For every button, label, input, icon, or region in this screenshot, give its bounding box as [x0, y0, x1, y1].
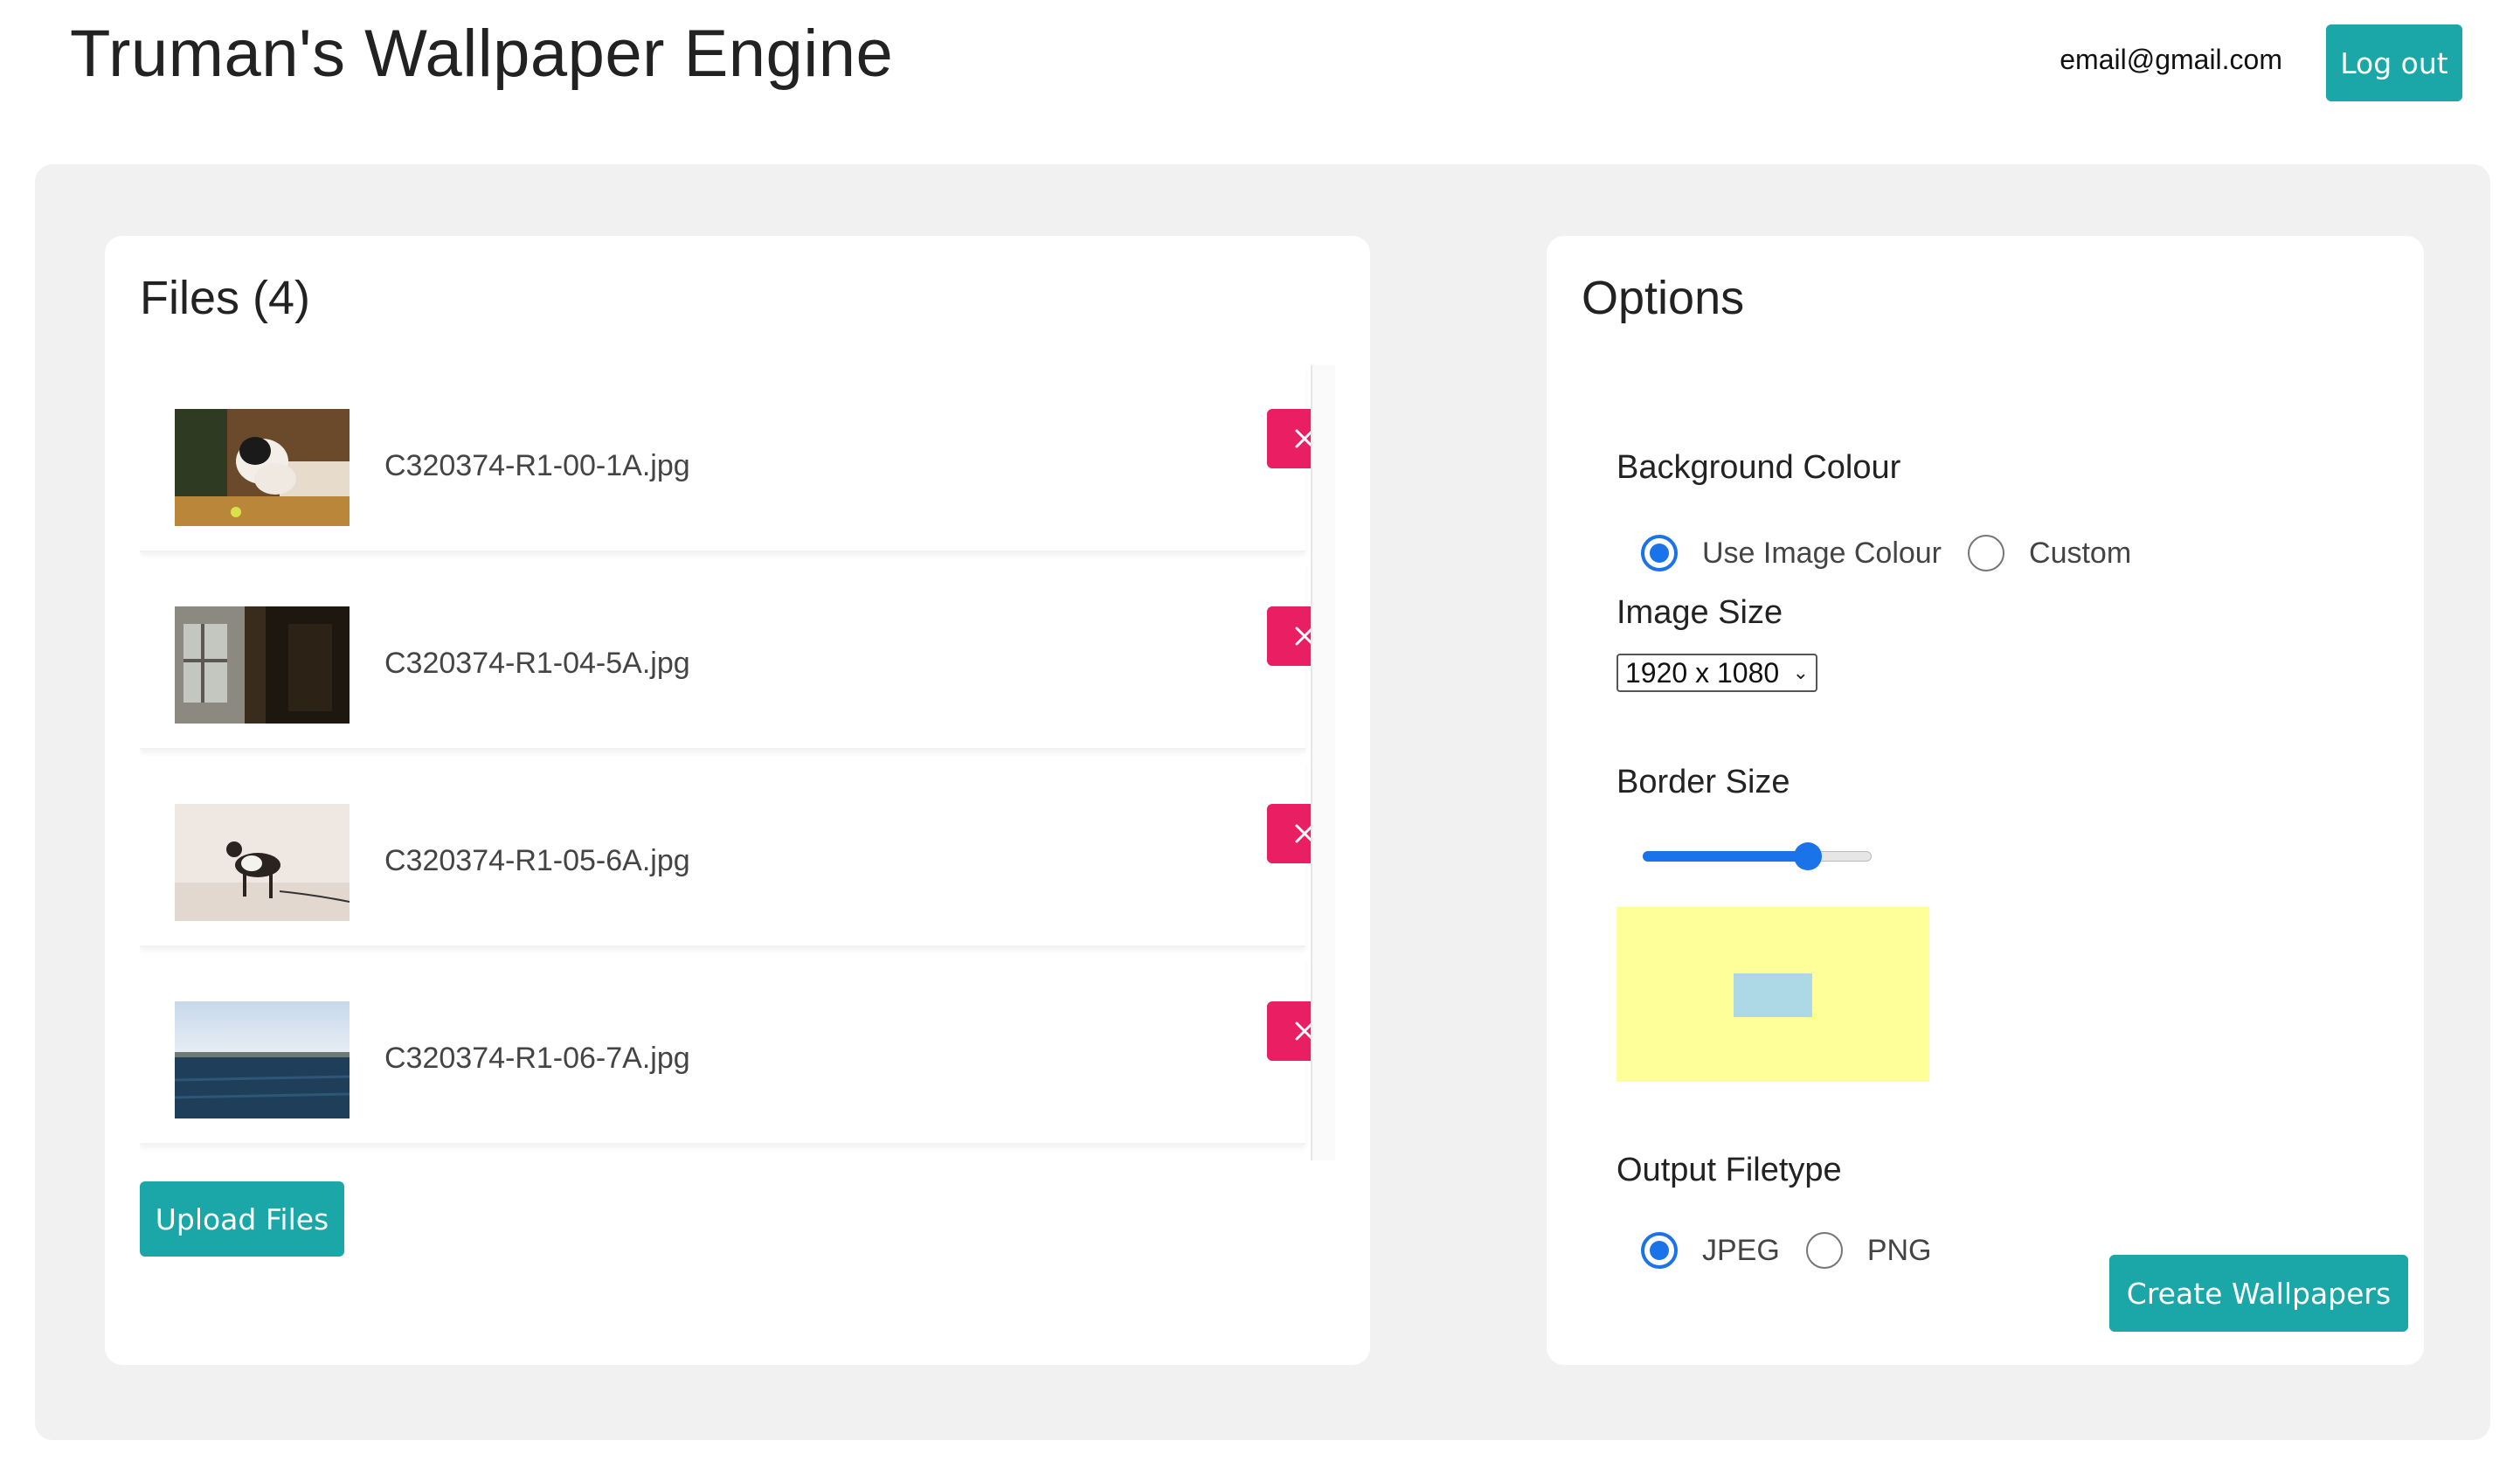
file-name: C320374-R1-04-5A.jpg [384, 647, 690, 680]
file-name: C320374-R1-05-6A.jpg [384, 844, 690, 877]
file-row: C320374-R1-04-5A.jpg [140, 563, 1335, 750]
file-row: C320374-R1-06-7A.jpg [140, 958, 1335, 1145]
file-list-scrollbar[interactable] [1311, 365, 1335, 1160]
image-size-label: Image Size [1617, 594, 1783, 631]
output-filetype-label: Output Filetype [1617, 1152, 1842, 1188]
background-colour-radio-group: Use Image Colour Custom [1641, 535, 2157, 571]
files-card: Files (4) C320374-R1-00-1A.jpg C320374-R… [105, 236, 1370, 1365]
app-header: Truman's Wallpaper Engine email@gmail.co… [0, 0, 2520, 140]
options-card: Options Background Colour Use Image Colo… [1547, 236, 2424, 1365]
main-panel: Files (4) C320374-R1-00-1A.jpg C320374-R… [35, 164, 2490, 1440]
upload-files-button[interactable]: Upload Files [140, 1181, 344, 1257]
file-thumbnail [175, 1001, 350, 1118]
file-row: C320374-R1-05-6A.jpg [140, 760, 1335, 947]
file-thumbnail [175, 606, 350, 724]
jpeg-label[interactable]: JPEG [1702, 1234, 1780, 1268]
options-title: Options [1582, 272, 1745, 324]
slider-fill [1643, 851, 1808, 862]
file-list[interactable]: C320374-R1-00-1A.jpg C320374-R1-04-5A.jp… [140, 365, 1335, 1160]
use-image-colour-radio[interactable] [1641, 535, 1678, 571]
image-size-select[interactable]: 1920 x 1080 ⌄ [1617, 654, 1817, 692]
file-thumbnail [175, 409, 350, 526]
border-size-slider[interactable] [1643, 842, 1872, 870]
border-size-label: Border Size [1617, 764, 1790, 800]
png-radio[interactable] [1805, 1232, 1843, 1269]
jpeg-radio[interactable] [1641, 1232, 1678, 1269]
file-name: C320374-R1-06-7A.jpg [384, 1042, 690, 1075]
file-thumbnail [175, 804, 350, 921]
border-preview [1617, 907, 1929, 1082]
slider-thumb[interactable] [1793, 842, 1822, 870]
files-title: Files (4) [140, 272, 311, 324]
create-wallpapers-button[interactable]: Create Wallpapers [2109, 1255, 2408, 1332]
app-title: Truman's Wallpaper Engine [70, 17, 894, 91]
chevron-down-icon: ⌄ [1792, 661, 1809, 683]
file-row: C320374-R1-00-1A.jpg [140, 365, 1335, 552]
custom-colour-label[interactable]: Custom [2029, 537, 2131, 571]
user-email: email@gmail.com [2060, 44, 2282, 75]
png-label[interactable]: PNG [1867, 1234, 1932, 1268]
custom-colour-radio[interactable] [1968, 535, 2005, 571]
file-name: C320374-R1-00-1A.jpg [384, 449, 690, 482]
logout-button[interactable]: Log out [2326, 24, 2462, 101]
image-size-value: 1920 x 1080 [1625, 656, 1780, 689]
use-image-colour-label[interactable]: Use Image Colour [1702, 537, 1942, 571]
output-filetype-radio-group: JPEG PNG [1641, 1232, 1958, 1269]
border-preview-image [1734, 973, 1812, 1017]
background-colour-label: Background Colour [1617, 449, 1901, 486]
